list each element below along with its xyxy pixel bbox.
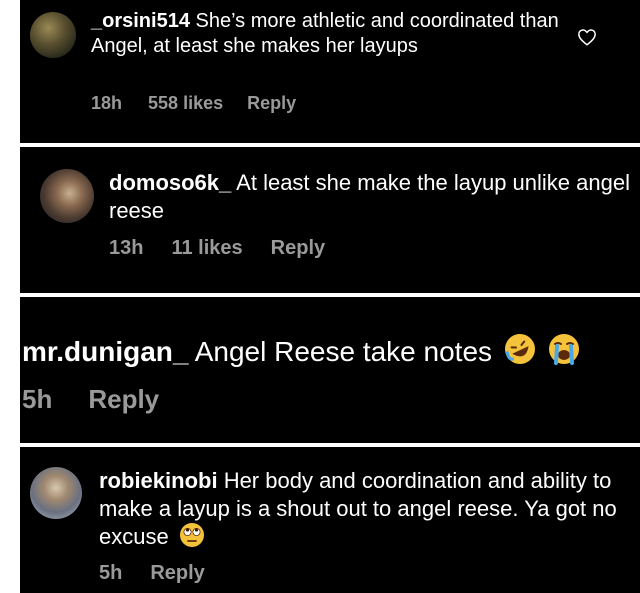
comment-text-block: robiekinobi Her body and coordination an… [99, 467, 619, 551]
comment-card: mr.dunigan_ Angel Reese take notes 5h Rep… [20, 297, 640, 443]
eye-roll-emoji [179, 523, 204, 548]
comment-body: Angel Reese take notes [194, 336, 493, 367]
rofl-emoji [504, 334, 535, 364]
comment-username[interactable]: robiekinobi [99, 468, 218, 493]
comment-likes[interactable]: 11 likes [171, 237, 242, 260]
comment-card: robiekinobi Her body and coordination an… [20, 447, 640, 593]
comment-text-block: mr.dunigan_ Angel Reese take notes [22, 333, 640, 369]
reply-button[interactable]: Reply [271, 237, 325, 260]
comment-likes[interactable]: 558 likes [148, 93, 223, 114]
comment-time: 13h [109, 237, 144, 259]
reply-button[interactable]: Reply [150, 562, 204, 585]
comment-text-block: domoso6k_ At least she make the layup un… [109, 169, 640, 224]
comment-card: _orsini514 She’s more athletic and coord… [20, 0, 640, 143]
comment-time: 5h [22, 384, 53, 414]
comment-username[interactable]: _orsini514 [91, 10, 190, 32]
user-avatar[interactable] [30, 467, 82, 519]
reply-button[interactable]: Reply [88, 384, 159, 415]
reply-button[interactable]: Reply [247, 93, 296, 114]
comment-card: domoso6k_ At least she make the layup un… [20, 147, 640, 293]
comment-meta: 18h 558 likes Reply [91, 93, 296, 114]
comment-username[interactable]: mr.dunigan_ [22, 336, 188, 367]
user-avatar[interactable] [40, 169, 94, 223]
heart-outline-icon[interactable] [577, 28, 597, 46]
comment-time: 5h [99, 562, 123, 584]
comment-meta: 5h Reply [22, 384, 159, 415]
comment-text-block: _orsini514 She’s more athletic and coord… [91, 9, 561, 59]
comment-meta: 5h Reply [99, 562, 205, 585]
comment-meta: 13h 11 likes Reply [109, 237, 325, 260]
loudly-crying-emoji [548, 334, 579, 365]
user-avatar[interactable] [30, 12, 76, 58]
comment-time: 18h [91, 93, 123, 113]
comment-username[interactable]: domoso6k_ [109, 170, 231, 195]
